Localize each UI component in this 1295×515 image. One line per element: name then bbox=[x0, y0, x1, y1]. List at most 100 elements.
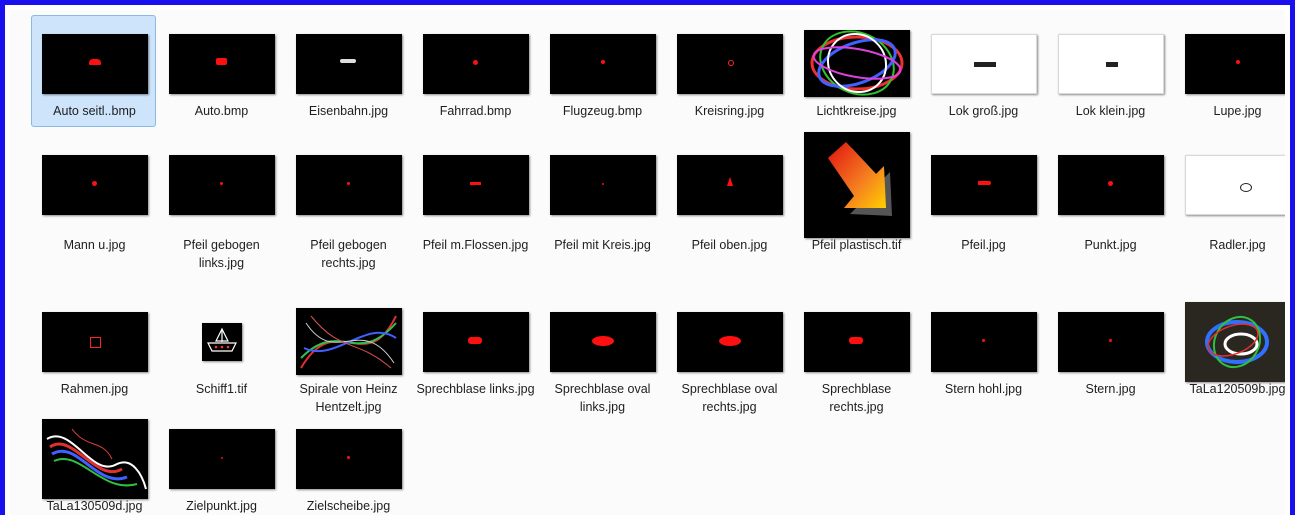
file-item[interactable]: Sprechblase oval rechts.jpg bbox=[666, 293, 792, 414]
thumbnail bbox=[921, 125, 1046, 245]
file-item[interactable]: Stern hohl.jpg bbox=[920, 293, 1045, 405]
thumbnail bbox=[1175, 125, 1285, 245]
thumbnail bbox=[32, 411, 157, 506]
file-item[interactable]: Fahrrad.bmp bbox=[412, 15, 537, 127]
thumbnail bbox=[921, 294, 1046, 389]
file-name: Pfeil gebogen rechts.jpg bbox=[310, 238, 387, 270]
file-item[interactable]: Pfeil oben.jpg bbox=[666, 124, 791, 284]
thumbnail bbox=[159, 125, 284, 245]
file-item[interactable]: Lichtkreise.jpg bbox=[793, 15, 918, 127]
file-item[interactable]: Auto.bmp bbox=[158, 15, 283, 127]
thumbnail-image bbox=[1184, 301, 1285, 382]
thumbnail-image bbox=[549, 33, 656, 94]
file-name: Fahrrad.bmp bbox=[439, 104, 512, 118]
file-item[interactable]: Sprechblase links.jpg bbox=[412, 293, 537, 405]
thumbnail-image bbox=[168, 33, 275, 94]
file-item[interactable]: Lupe.jpg bbox=[1174, 15, 1285, 127]
file-item[interactable]: Sprechblase oval links.jpg bbox=[539, 293, 664, 414]
thumbnail-image bbox=[422, 155, 529, 215]
file-name: Flugzeug.bmp bbox=[562, 104, 643, 118]
thumbnail-image bbox=[295, 155, 402, 215]
file-item[interactable]: Punkt.jpg bbox=[1047, 124, 1172, 284]
file-item[interactable]: Radler.jpg bbox=[1174, 124, 1285, 284]
thumbnail-image bbox=[1057, 311, 1164, 372]
file-item[interactable]: Pfeil m.Flossen.jpg bbox=[412, 124, 537, 284]
file-item[interactable]: Mann u.jpg bbox=[31, 124, 156, 284]
file-item[interactable]: Auto seitl..bmp bbox=[31, 15, 156, 127]
file-item[interactable]: TaLa120509b.jpg bbox=[1174, 293, 1285, 405]
thumbnail bbox=[1048, 125, 1173, 245]
thumbnail-image bbox=[1184, 155, 1285, 215]
thumbnail bbox=[286, 411, 411, 506]
file-item[interactable]: Lok klein.jpg bbox=[1047, 15, 1172, 127]
file-name: Auto.bmp bbox=[194, 104, 249, 118]
file-name: Zielscheibe.jpg bbox=[306, 499, 391, 513]
file-item[interactable]: Eisenbahn.jpg bbox=[285, 15, 410, 127]
thumbnail-image bbox=[930, 155, 1037, 215]
file-name: Punkt.jpg bbox=[1084, 238, 1137, 252]
file-name: Auto seitl..bmp bbox=[53, 104, 136, 118]
file-item[interactable]: Pfeil mit Kreis.jpg bbox=[539, 124, 664, 284]
file-item[interactable]: Schiff1.tif bbox=[158, 293, 283, 405]
thumbnail bbox=[32, 16, 157, 111]
thumbnail-image bbox=[1057, 155, 1164, 215]
file-item[interactable]: Flugzeug.bmp bbox=[539, 15, 664, 127]
thumbnail-image bbox=[41, 155, 148, 215]
thumbnail bbox=[1175, 16, 1285, 111]
file-name: Pfeil m.Flossen.jpg bbox=[422, 238, 529, 252]
thumbnail bbox=[32, 294, 157, 389]
file-item[interactable]: Spirale von Heinz Hentzelt.jpg bbox=[285, 293, 411, 414]
file-item[interactable]: Sprechblase rechts.jpg bbox=[793, 293, 919, 414]
thumbnail bbox=[32, 125, 157, 245]
thumbnail bbox=[794, 16, 919, 111]
thumbnail bbox=[413, 16, 538, 111]
thumbnail-image bbox=[549, 311, 656, 372]
thumbnail bbox=[667, 294, 792, 389]
thumbnail bbox=[667, 16, 792, 111]
thumbnail bbox=[1175, 294, 1285, 389]
file-name: Schiff1.tif bbox=[195, 382, 248, 396]
file-name: Stern.jpg bbox=[1085, 382, 1136, 396]
file-item[interactable]: Pfeil plastisch.tif bbox=[793, 124, 918, 284]
thumbnail bbox=[540, 16, 665, 111]
thumbnail bbox=[794, 294, 919, 389]
thumbnail bbox=[286, 125, 411, 245]
thumbnail bbox=[667, 125, 792, 245]
file-item[interactable]: Pfeil.jpg bbox=[920, 124, 1045, 284]
file-name: Rahmen.jpg bbox=[60, 382, 129, 396]
thumbnail-image bbox=[676, 311, 783, 372]
thumbnail-image bbox=[41, 418, 148, 499]
thumbnail bbox=[286, 16, 411, 111]
file-item[interactable]: Zielscheibe.jpg bbox=[285, 410, 410, 515]
thumbnail bbox=[1048, 294, 1173, 389]
thumbnail-image bbox=[1184, 33, 1285, 94]
thumbnail-image bbox=[803, 132, 910, 238]
thumbnail bbox=[1048, 16, 1173, 111]
thumbnail-image bbox=[676, 155, 783, 215]
file-item[interactable]: Zielpunkt.jpg bbox=[158, 410, 283, 515]
thumbnail-image bbox=[41, 311, 148, 372]
file-name: Kreisring.jpg bbox=[694, 104, 765, 118]
file-name: Pfeil mit Kreis.jpg bbox=[554, 238, 651, 252]
file-name: Sprechblase links.jpg bbox=[416, 382, 535, 396]
thumbnail-image bbox=[295, 428, 402, 489]
thumbnail-image bbox=[422, 33, 529, 94]
file-item[interactable]: Pfeil gebogen rechts.jpg bbox=[285, 124, 410, 284]
thumbnail bbox=[286, 294, 411, 389]
thumbnail bbox=[159, 411, 284, 506]
file-item[interactable]: Kreisring.jpg bbox=[666, 15, 791, 127]
file-item[interactable]: Lok groß.jpg bbox=[920, 15, 1045, 127]
file-item[interactable]: Pfeil gebogen links.jpg bbox=[158, 124, 283, 284]
file-name: Zielpunkt.jpg bbox=[186, 499, 257, 513]
file-item[interactable]: TaLa130509d.jpg bbox=[31, 410, 156, 515]
window-frame: Auto seitl..bmp Auto.bmp Eisenbahn.jpg Fahr… bbox=[0, 0, 1295, 515]
thumbnail bbox=[413, 125, 538, 245]
thumbnail-image bbox=[930, 311, 1037, 372]
file-item[interactable]: Rahmen.jpg bbox=[31, 293, 156, 405]
file-name: Stern hohl.jpg bbox=[944, 382, 1023, 396]
file-item[interactable]: Stern.jpg bbox=[1047, 293, 1172, 405]
thumbnail-image bbox=[930, 33, 1037, 94]
file-name: Lichtkreise.jpg bbox=[816, 104, 897, 118]
file-name: Radler.jpg bbox=[1209, 238, 1266, 252]
thumbnail-image bbox=[168, 155, 275, 215]
